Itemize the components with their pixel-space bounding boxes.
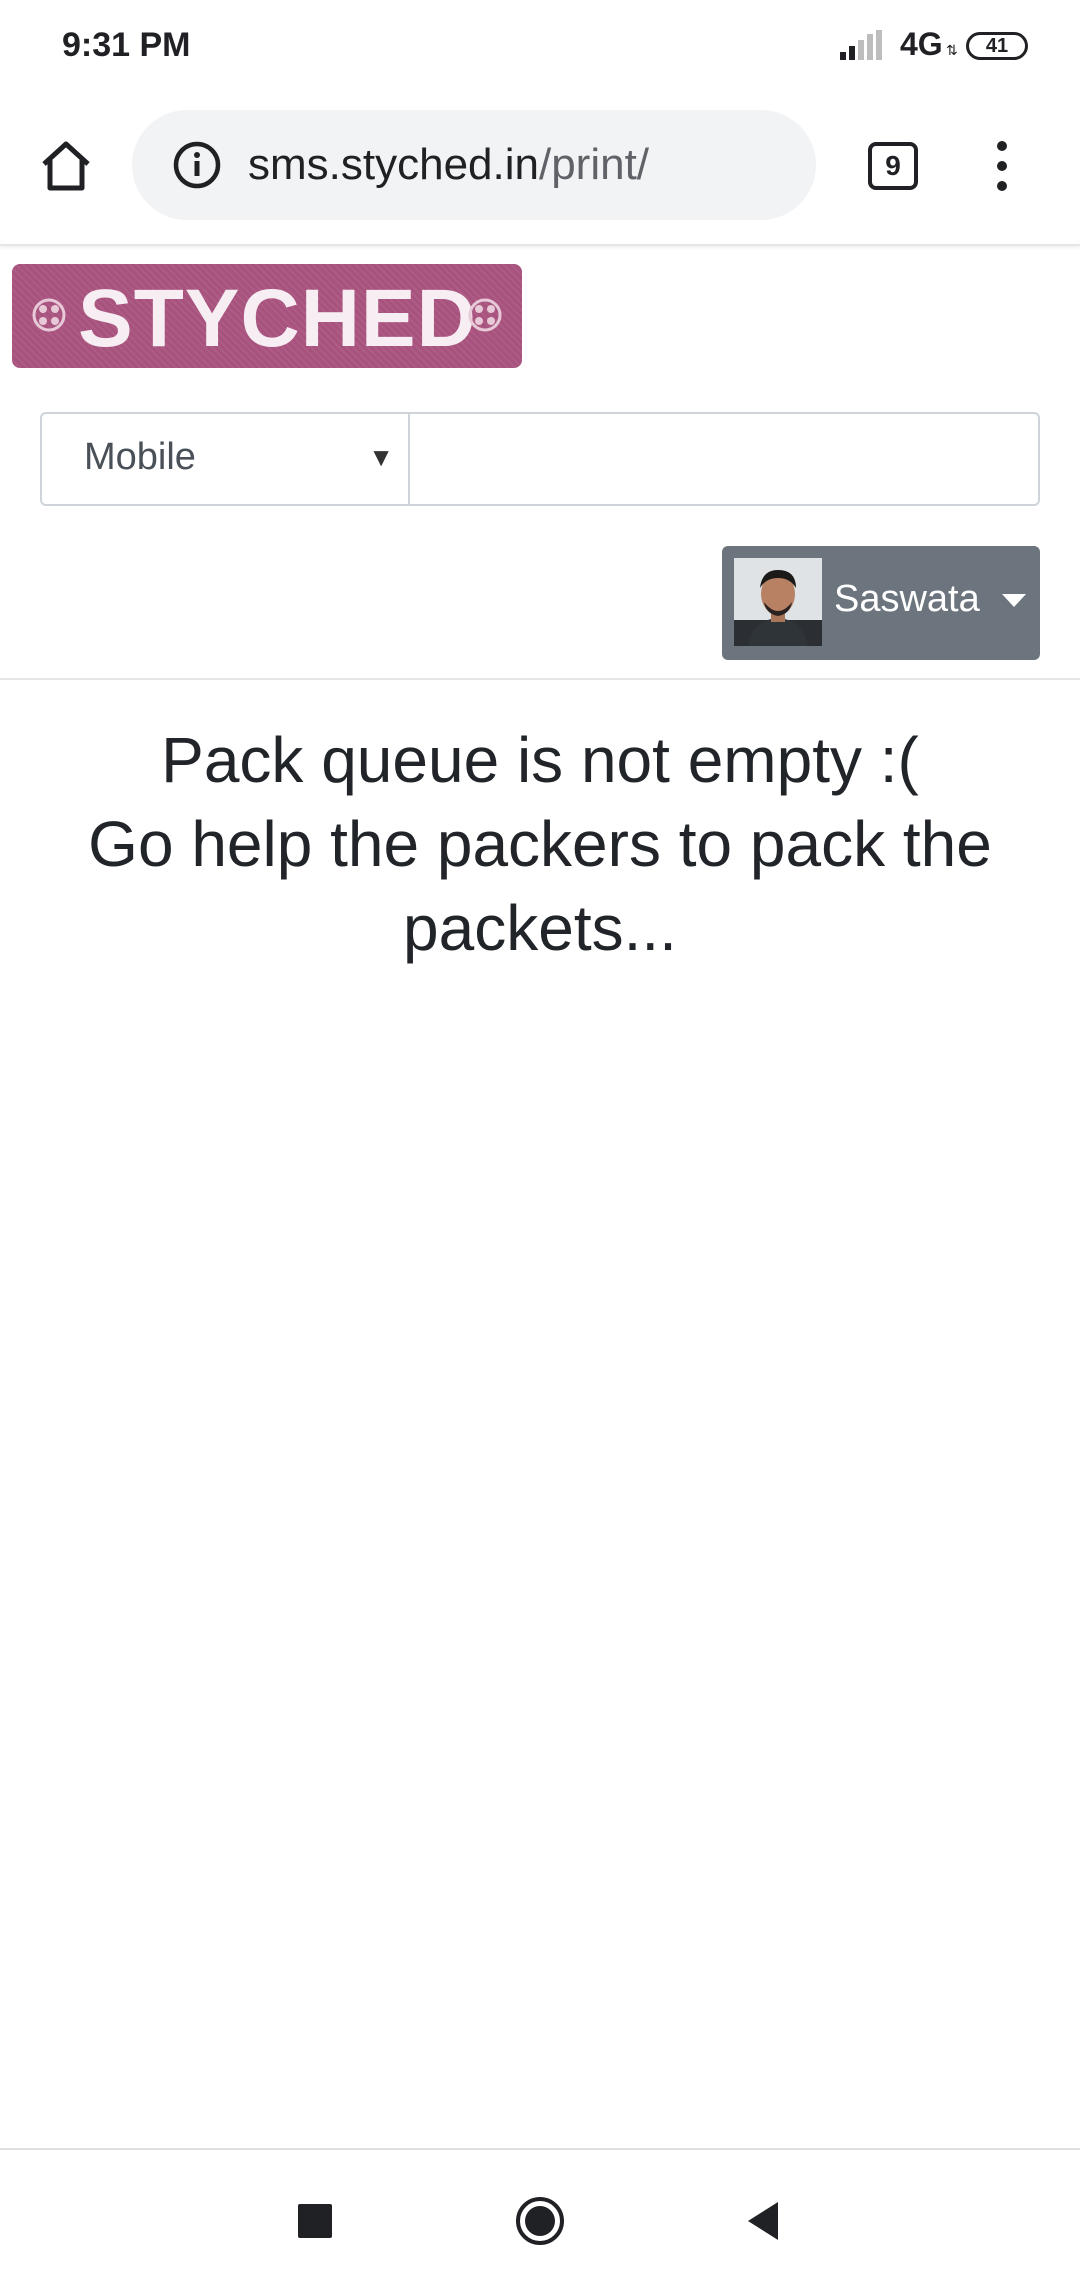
home-nav-icon[interactable] [513,2194,567,2248]
network-type: 4G [900,26,943,62]
search-type-value: Mobile [84,436,196,478]
logo-text: STYCHED [78,273,477,364]
home-icon[interactable] [36,136,96,196]
status-bar: 9:31 PM 4G ⇅ 41 [0,0,1080,96]
browser-toolbar: sms.styched.in/print/ 9 [0,96,1080,246]
message-line-2: Go help the packers to pack the packets.… [88,808,992,964]
caret-down-icon [1002,594,1026,607]
logo-ornament-icon [32,298,66,332]
styched-logo[interactable]: STYCHED [12,264,522,368]
address-bar[interactable]: sms.styched.in/print/ [132,110,816,220]
header-divider [0,678,1080,680]
url-path: /print/ [538,140,650,189]
signal-icon [840,30,882,60]
more-options-icon[interactable] [986,138,1018,194]
battery-icon: 41 [966,32,1028,60]
user-name: Saswata [834,578,980,620]
tab-switcher-button[interactable]: 9 [868,142,918,190]
message-line-1: Pack queue is not empty :( [161,724,919,796]
url-text[interactable]: sms.styched.in/print/ [248,140,649,190]
data-activity-icon: ⇅ [946,42,958,58]
logo-ornament-icon [468,298,502,332]
recent-apps-icon[interactable] [288,2194,342,2248]
search-type-select[interactable]: Mobile ▼ [40,412,410,506]
search-form: Mobile ▼ [40,412,1040,508]
info-icon[interactable] [172,140,222,190]
system-nav-bar [0,2148,1080,2282]
search-input[interactable] [408,412,1040,506]
chevron-down-icon: ▼ [368,442,394,472]
avatar [734,558,822,646]
pack-queue-message: Pack queue is not empty :( Go help the p… [20,718,1060,970]
back-icon[interactable] [738,2194,792,2248]
status-time: 9:31 PM [62,26,191,64]
user-menu-button[interactable]: Saswata [722,546,1040,660]
url-domain: sms.styched.in [248,140,539,189]
